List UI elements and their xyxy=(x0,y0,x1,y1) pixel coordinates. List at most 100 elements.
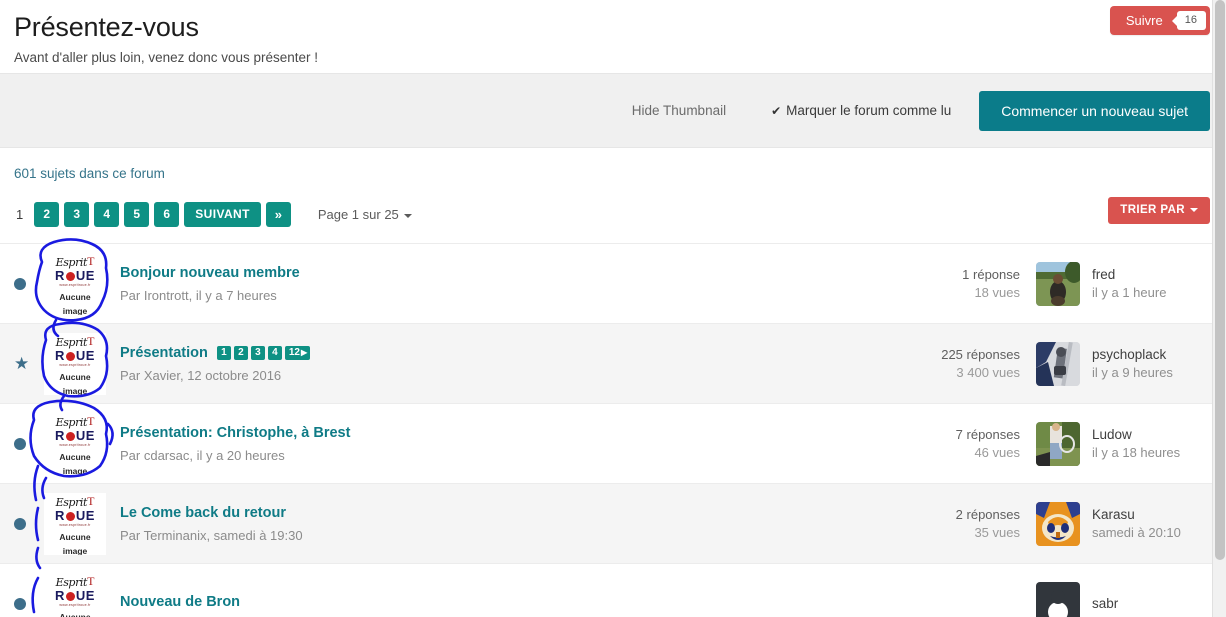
scrollbar-thumb[interactable] xyxy=(1215,0,1225,560)
logo-ue-text: UE xyxy=(75,347,95,363)
no-image-label-1: Aucune xyxy=(59,531,91,542)
table-row[interactable]: EspritT RUE www.espritroue.fr Aucune ima… xyxy=(0,403,1226,483)
start-new-topic-button[interactable]: Commencer un nouveau sujet xyxy=(979,90,1210,131)
topic-count-label[interactable]: 601 sujets dans ce forum xyxy=(0,148,1226,181)
logo-wheel-icon xyxy=(65,591,75,601)
table-row[interactable]: EspritT RUE www.espritroue.fr Aucune ima… xyxy=(0,563,1226,617)
topic-title-text: Présentation xyxy=(120,344,208,361)
topic-thumbnail[interactable]: EspritT RUE www.espritroue.fr Aucune ima… xyxy=(44,572,106,617)
topic-title-link[interactable]: Présentation 1 2 3 4 12▶ xyxy=(120,343,866,363)
table-row[interactable]: ★ EspritT R UE www.espritroue.fr Aucune i… xyxy=(0,323,1226,403)
page-indicator-label: Page 1 sur 25 xyxy=(317,207,399,222)
logo-wheel-icon xyxy=(65,431,75,441)
topic-title-text: Présentation: Christophe, à Brest xyxy=(120,424,351,441)
topic-page-4[interactable]: 4 xyxy=(267,345,282,360)
last-post-time: il y a 18 heures xyxy=(1092,444,1181,460)
pagination-page-3[interactable]: 3 xyxy=(64,202,90,227)
topic-page-last[interactable]: 12▶ xyxy=(284,345,311,360)
follow-count-badge[interactable]: 16 xyxy=(1171,11,1206,30)
topic-page-2[interactable]: 2 xyxy=(233,345,248,360)
last-poster-name[interactable]: psychoplack xyxy=(1092,346,1173,364)
pagination-page-5[interactable]: 5 xyxy=(124,202,150,227)
forum-toolbar: Hide Thumbnail ✔ Marquer le forum comme l… xyxy=(0,73,1226,148)
topic-page-3[interactable]: 3 xyxy=(250,345,265,360)
logo-url-text: www.espritroue.fr xyxy=(59,282,91,287)
pagination-page-4[interactable]: 4 xyxy=(94,202,120,227)
logo-url-text: www.espritroue.fr xyxy=(59,362,91,367)
last-post-info: Karasu samedi à 20:10 xyxy=(1036,501,1226,546)
last-post-time: il y a 9 heures xyxy=(1092,364,1173,380)
logo-r-text: R xyxy=(55,507,65,523)
last-post-info: fred il y a 1 heure xyxy=(1036,261,1226,306)
pagination-page-2[interactable]: 2 xyxy=(34,202,60,227)
logo-r-text: R xyxy=(55,347,65,363)
topic-title-link[interactable]: Nouveau de Bron xyxy=(120,592,866,612)
logo-esprit-text: Esprit xyxy=(55,415,88,429)
unread-dot-icon[interactable] xyxy=(14,517,36,530)
chevron-down-icon xyxy=(1190,207,1198,212)
pagination-page-1: 1 xyxy=(16,207,24,222)
topic-thumbnail[interactable]: EspritT RUE www.espritroue.fr Aucune ima… xyxy=(44,332,106,395)
logo-ue-text: UE xyxy=(75,427,95,443)
last-poster-name[interactable]: Karasu xyxy=(1092,506,1181,524)
unread-dot-icon[interactable] xyxy=(14,597,36,610)
table-row[interactable]: EspritT RUE www.espritroue.fr Aucune ima… xyxy=(0,243,1226,323)
topic-page-last-label: 12 xyxy=(288,346,300,358)
topic-title-text: Le Come back du retour xyxy=(120,504,286,521)
pagination-last-icon[interactable]: » xyxy=(265,202,291,227)
follow-button[interactable]: Suivre xyxy=(1110,6,1177,35)
last-poster-name[interactable]: fred xyxy=(1092,266,1166,284)
topic-meta: Par cdarsac, il y a 20 heures xyxy=(120,447,285,463)
last-poster-name[interactable]: sabr xyxy=(1092,595,1118,613)
check-icon: ✔ xyxy=(771,104,782,118)
topic-main: Présentation 1 2 3 4 12▶ Par Xavier, 12 … xyxy=(120,343,876,385)
topic-thumbnail[interactable]: EspritT RUE www.espritroue.fr Aucune ima… xyxy=(44,412,106,475)
logo-url-text: www.espritroue.fr xyxy=(59,602,91,607)
avatar[interactable] xyxy=(1036,581,1080,617)
no-image-label-1: Aucune xyxy=(59,291,91,302)
logo-ue-text: UE xyxy=(75,507,95,523)
hide-thumbnail-button[interactable]: Hide Thumbnail xyxy=(632,103,726,118)
last-poster-name[interactable]: Ludow xyxy=(1092,426,1180,444)
page-indicator-dropdown[interactable]: Page 1 sur 25 xyxy=(318,207,412,222)
avatar[interactable] xyxy=(1036,261,1080,306)
pagination-page-6[interactable]: 6 xyxy=(154,202,180,227)
unread-dot-icon[interactable] xyxy=(14,277,36,290)
sort-by-button[interactable]: TRIER PAR xyxy=(1108,197,1210,224)
topic-thumbnail[interactable]: EspritT RUE www.espritroue.fr Aucune ima… xyxy=(44,492,106,555)
topic-title-link[interactable]: Présentation: Christophe, à Brest xyxy=(120,423,866,443)
unread-dot-icon[interactable] xyxy=(14,437,36,450)
logo-r-text: R xyxy=(55,587,65,603)
topic-title-link[interactable]: Bonjour nouveau membre xyxy=(120,263,866,283)
avatar[interactable] xyxy=(1036,341,1080,386)
mark-forum-read-button[interactable]: ✔ Marquer le forum comme lu xyxy=(771,103,951,118)
star-icon[interactable]: ★ xyxy=(14,355,36,372)
page-title: Présentez-vous xyxy=(14,12,199,42)
topic-title-link[interactable]: Le Come back du retour xyxy=(120,503,866,523)
no-image-label-2: image xyxy=(62,545,88,555)
chevron-down-icon xyxy=(403,213,412,218)
reply-count: 1 réponse xyxy=(962,266,1020,282)
topic-main: Bonjour nouveau membre Par Irontrott, il… xyxy=(120,263,876,305)
logo-ue-text: UE xyxy=(75,267,95,283)
logo-wheel-icon xyxy=(65,271,75,281)
avatar[interactable] xyxy=(1036,421,1080,466)
topic-main: Présentation: Christophe, à Brest Par cd… xyxy=(120,423,876,465)
logo-esprit-text: Esprit xyxy=(55,335,88,349)
reply-count: 225 réponses xyxy=(941,346,1020,362)
follow-button-group[interactable]: Suivre 16 xyxy=(1109,6,1210,35)
logo-wheel-icon xyxy=(65,511,75,521)
topic-thumbnail[interactable]: EspritT RUE www.espritroue.fr Aucune ima… xyxy=(44,252,106,315)
logo-t-icon: T xyxy=(87,493,95,508)
logo-t-icon: T xyxy=(87,573,95,588)
topic-title-text: Nouveau de Bron xyxy=(120,593,241,610)
view-count: 3 400 vues xyxy=(956,364,1020,380)
topic-title-text: Bonjour nouveau membre xyxy=(120,264,300,281)
topic-page-1[interactable]: 1 xyxy=(216,345,231,360)
vertical-scrollbar[interactable] xyxy=(1212,0,1226,617)
avatar[interactable] xyxy=(1036,501,1080,546)
logo-esprit-text: Esprit xyxy=(55,495,88,509)
pagination-next-button[interactable]: SUIVANT xyxy=(184,202,261,227)
view-count: 18 vues xyxy=(974,284,1020,300)
table-row[interactable]: EspritT RUE www.espritroue.fr Aucune ima… xyxy=(0,483,1226,563)
